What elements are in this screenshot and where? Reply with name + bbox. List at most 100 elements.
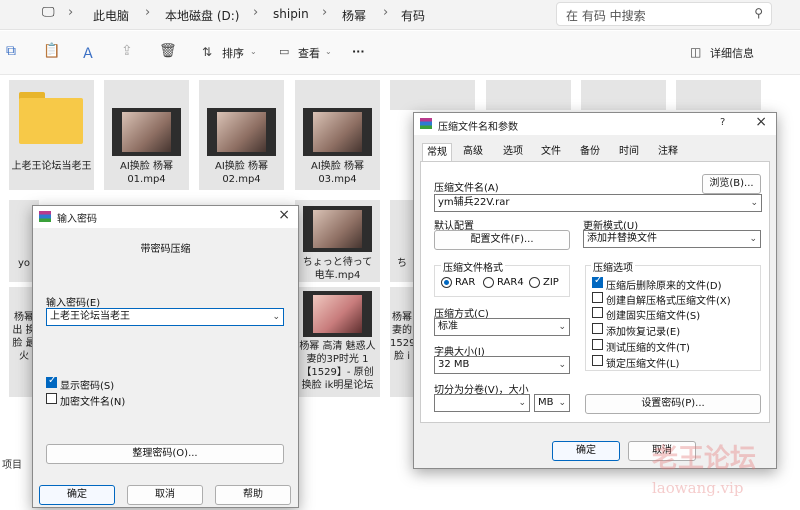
video-tile[interactable]: ちょっと待って 电车.mp4 bbox=[295, 200, 380, 282]
browse-button[interactable]: 浏览(B)... bbox=[702, 174, 761, 194]
details-button[interactable]: 详细信息 bbox=[710, 45, 754, 61]
chevron-down-icon[interactable]: ⌄ bbox=[750, 195, 758, 211]
format-rar4-radio[interactable] bbox=[483, 277, 494, 288]
tab-panel: 压缩文件名(A) 浏览(B)... ym辅兵22V.rar ⌄ 默认配置 配置文… bbox=[420, 161, 770, 423]
password-value: 上老王论坛当老王 bbox=[50, 311, 130, 322]
video-tile[interactable] bbox=[390, 80, 475, 110]
sort-button[interactable]: 排序 bbox=[222, 45, 244, 61]
paste-icon[interactable]: 📋 bbox=[43, 43, 60, 59]
video-tile[interactable]: AI换脸 杨幂 02.mp4 bbox=[199, 80, 284, 190]
format-rar-label: RAR bbox=[455, 277, 476, 288]
breadcrumb-this-pc[interactable]: 此电脑 bbox=[93, 7, 129, 24]
chevron-down-icon[interactable]: ⌄ bbox=[518, 395, 526, 411]
sfx-checkbox[interactable] bbox=[592, 292, 603, 303]
tab-general[interactable]: 常规 bbox=[422, 143, 452, 161]
ok-button[interactable]: 确定 bbox=[39, 485, 115, 505]
tab-time[interactable]: 时间 bbox=[616, 143, 642, 161]
search-input[interactable]: 在 有码 中搜索 ⚲ bbox=[556, 2, 772, 26]
tab-backup[interactable]: 备份 bbox=[577, 143, 603, 161]
chevron-down-icon: ⌄ bbox=[250, 47, 257, 56]
breadcrumb-shipin[interactable]: shipin bbox=[273, 7, 309, 21]
more-button[interactable]: ··· bbox=[352, 45, 365, 58]
set-password-button[interactable]: 设置密码(P)... bbox=[585, 394, 761, 414]
method-value: 标准 bbox=[438, 321, 458, 332]
manage-passwords-button[interactable]: 整理密码(O)... bbox=[46, 444, 284, 464]
update-mode-select[interactable]: 添加并替换文件 ⌄ bbox=[583, 230, 761, 248]
search-placeholder: 在 有码 中搜索 bbox=[566, 9, 646, 23]
cancel-button[interactable]: 取消 bbox=[127, 485, 203, 505]
view-button[interactable]: 查看 bbox=[298, 45, 320, 61]
lock-archive-checkbox[interactable] bbox=[592, 355, 603, 366]
delete-icon[interactable]: 🗑 bbox=[159, 43, 177, 59]
profiles-button[interactable]: 配置文件(F)... bbox=[434, 230, 570, 250]
watermark-url: laowang.vip bbox=[652, 479, 744, 497]
dialog-title: 压缩文件名和参数 bbox=[438, 122, 518, 133]
split-unit-select[interactable]: MB ⌄ bbox=[534, 394, 570, 412]
password-input[interactable]: 上老王论坛当老王 ⌄ bbox=[46, 308, 284, 326]
folder-tile[interactable]: 上老王论坛当老王 bbox=[9, 80, 94, 190]
breadcrumb-yangmi[interactable]: 杨幂 bbox=[342, 7, 366, 24]
options-label: 压缩选项 bbox=[591, 259, 635, 274]
chevron-down-icon: ⌄ bbox=[325, 47, 332, 56]
solid-checkbox[interactable] bbox=[592, 307, 603, 318]
tab-options[interactable]: 选项 bbox=[500, 143, 526, 161]
video-tile[interactable] bbox=[581, 80, 666, 110]
breadcrumb-drive[interactable]: 本地磁盘 (D:) bbox=[165, 7, 239, 24]
share-icon[interactable]: ⇪ bbox=[121, 43, 133, 59]
video-thumbnail bbox=[303, 291, 372, 337]
archive-name-input[interactable]: ym辅兵22V.rar ⌄ bbox=[434, 194, 762, 212]
update-mode-value: 添加并替换文件 bbox=[587, 233, 657, 244]
format-rar4-label: RAR4 bbox=[497, 277, 524, 288]
video-tile[interactable] bbox=[676, 80, 761, 110]
test-files-checkbox[interactable] bbox=[592, 339, 603, 350]
help-button[interactable]: 帮助 bbox=[215, 485, 291, 505]
video-tile[interactable]: 杨幂 妻的 1529 脸 i bbox=[390, 287, 414, 397]
recovery-record-label: 添加恢复记录(E) bbox=[606, 327, 681, 338]
video-tile[interactable] bbox=[486, 80, 571, 110]
close-icon[interactable]: × bbox=[755, 114, 767, 130]
breadcrumb-youma[interactable]: 有码 bbox=[401, 7, 425, 24]
dialog-title: 输入密码 bbox=[57, 214, 97, 225]
dialog-titlebar: 压缩文件名和参数 ? × bbox=[414, 113, 776, 135]
show-password-checkbox[interactable] bbox=[46, 375, 57, 388]
recovery-record-checkbox[interactable] bbox=[592, 323, 603, 334]
monitor-icon[interactable]: 🖵 bbox=[42, 5, 55, 20]
dialog-titlebar: 输入密码 × bbox=[33, 206, 298, 228]
encrypt-filenames-label: 加密文件名(N) bbox=[60, 397, 126, 408]
view-icon: ▭ bbox=[279, 45, 290, 58]
format-zip-label: ZIP bbox=[543, 277, 559, 288]
password-dialog: 输入密码 × 带密码压缩 输入密码(E) 上老王论坛当老王 ⌄ 显示密码(S) … bbox=[32, 205, 299, 508]
format-zip-radio[interactable] bbox=[529, 277, 540, 288]
sfx-label: 创建自解压格式压缩文件(X) bbox=[606, 296, 731, 307]
tab-advanced[interactable]: 高级 bbox=[460, 143, 486, 161]
chevron-down-icon: ⌄ bbox=[558, 398, 566, 408]
split-size-input[interactable]: ⌄ bbox=[434, 394, 530, 412]
help-icon[interactable]: ? bbox=[720, 117, 725, 128]
video-thumbnail bbox=[112, 108, 181, 156]
video-thumbnail bbox=[207, 108, 276, 156]
video-name-partial: ち bbox=[397, 258, 407, 269]
archive-dialog: 压缩文件名和参数 ? × 常规 高级 选项 文件 备份 时间 注释 压缩文件名(… bbox=[413, 112, 777, 469]
video-tile[interactable]: 杨幂 高清 魅惑人妻的3P时光 1【1529】- 原创换脸 ik明星论坛_... bbox=[295, 287, 380, 397]
close-icon[interactable]: × bbox=[278, 207, 290, 223]
tab-files[interactable]: 文件 bbox=[538, 143, 564, 161]
chevron-down-icon[interactable]: ⌄ bbox=[272, 309, 280, 325]
format-rar-radio[interactable] bbox=[441, 277, 452, 288]
method-select[interactable]: 标准 ⌄ bbox=[434, 318, 570, 336]
copy-icon[interactable]: ⧉ bbox=[6, 43, 16, 59]
chevron-right-icon: › bbox=[68, 5, 74, 20]
dictionary-select[interactable]: 32 MB ⌄ bbox=[434, 356, 570, 374]
video-tile[interactable]: AI换脸 杨幂 03.mp4 bbox=[295, 80, 380, 190]
ok-button[interactable]: 确定 bbox=[552, 441, 620, 461]
encrypt-filenames-checkbox[interactable] bbox=[46, 393, 57, 404]
rename-icon[interactable]: Ａ bbox=[81, 43, 95, 63]
status-bar-text: 项目 bbox=[2, 460, 22, 471]
video-tile[interactable]: AI换脸 杨幂 01.mp4 bbox=[104, 80, 189, 190]
delete-after-checkbox[interactable] bbox=[592, 275, 603, 288]
address-bar: 🖵 › 此电脑 › 本地磁盘 (D:) › shipin › 杨幂 › 有码 在… bbox=[0, 0, 800, 30]
video-tile[interactable]: ち bbox=[390, 200, 414, 282]
dialog-subtitle: 带密码压缩 bbox=[140, 244, 191, 255]
folder-name: 上老王论坛当老王 bbox=[11, 161, 92, 172]
test-files-label: 测试压缩的文件(T) bbox=[606, 343, 690, 354]
tab-comment[interactable]: 注释 bbox=[655, 143, 681, 161]
